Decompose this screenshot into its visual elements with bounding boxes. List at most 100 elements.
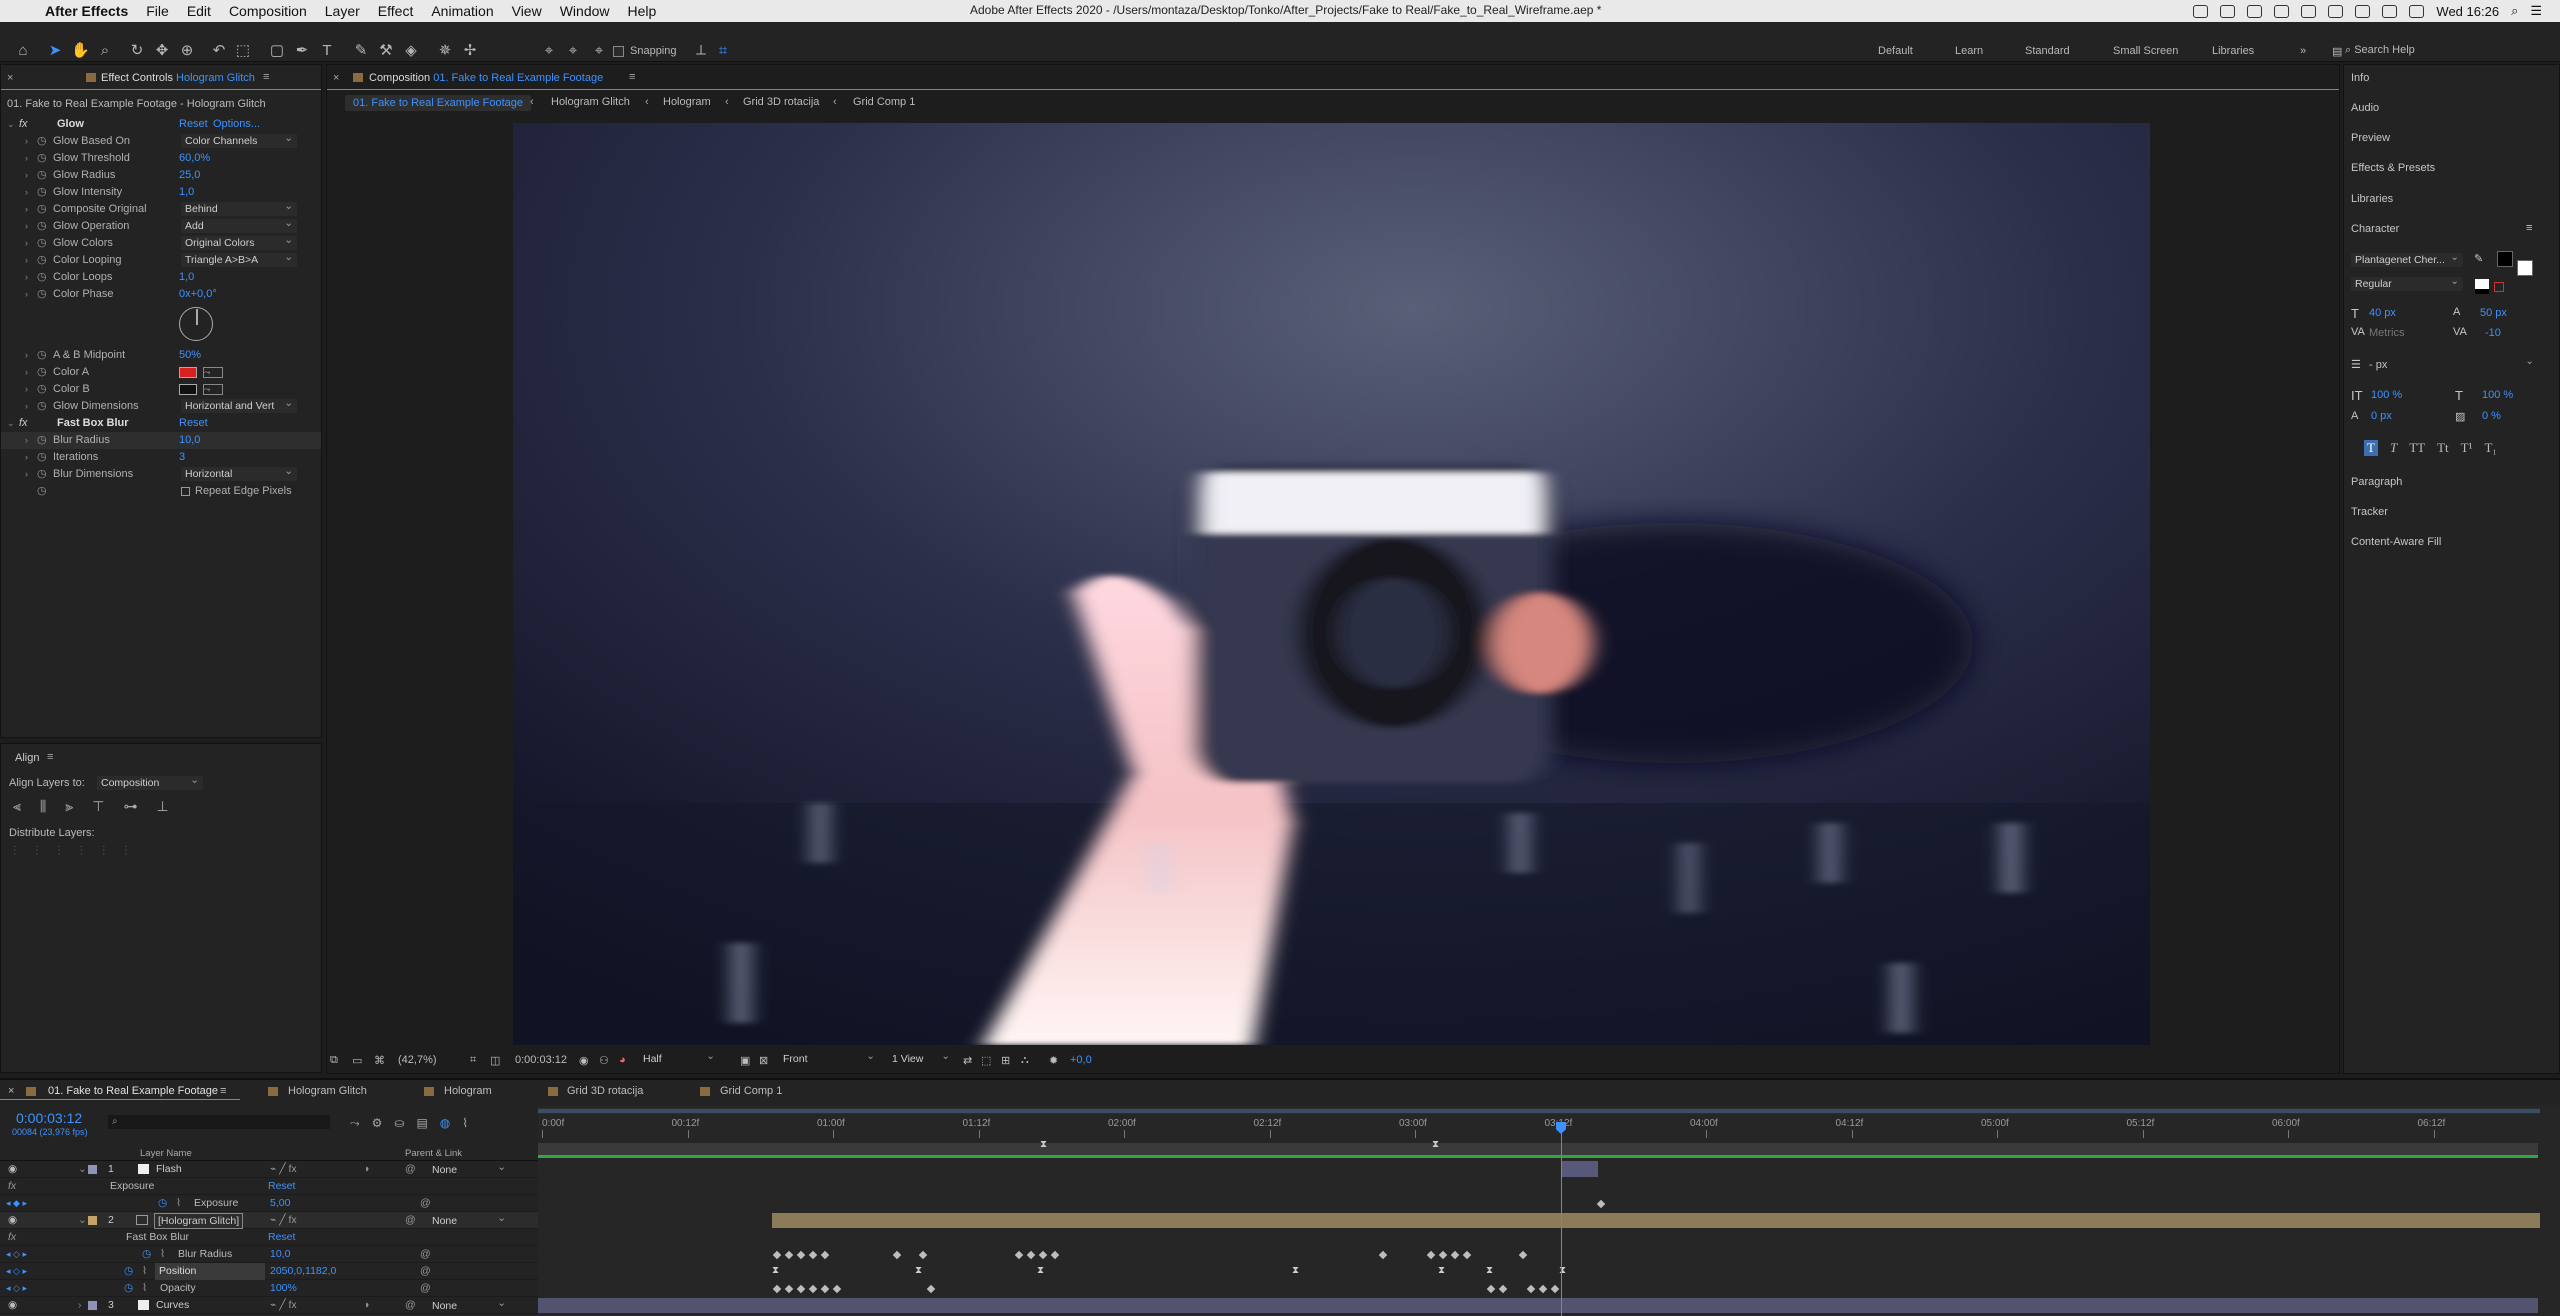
view-dropdown[interactable]: Front [779,1052,879,1066]
selection-tool-icon[interactable]: ➤ [46,42,64,60]
property-value[interactable]: 1,0 [179,269,194,286]
layer-name[interactable]: Curves [156,1297,189,1314]
twirl-icon[interactable]: ⌄ [7,116,15,133]
stopwatch-icon[interactable]: ◷ [124,1263,133,1280]
exposure-icon[interactable]: ✹ [1049,1054,1058,1067]
label-color[interactable] [88,1216,97,1225]
eyedropper-icon[interactable]: ⤳ [203,384,223,395]
effect-property-row[interactable]: › ◷ Blur Dimensions Horizontal [1,466,321,483]
property-row[interactable]: ◂ ◇ ▸ ◷ ⌇ Position 2050,0,1182,0 @ [0,1263,538,1280]
no-fill-swatch[interactable] [2494,282,2504,292]
transparency-grid-icon[interactable]: ⊠ [759,1054,768,1067]
property-value[interactable]: 1,0 [179,184,194,201]
twirl-icon[interactable]: ⌄ [78,1161,87,1178]
menu-view[interactable]: View [503,3,551,19]
roto-brush-tool-icon[interactable]: ✵ [436,42,454,60]
effect-property-row[interactable]: › ◷ Glow Dimensions Horizontal and Vert [1,398,321,415]
effect-property-row[interactable]: › ◷ Composite Original Behind [1,201,321,218]
fast-preview-icon[interactable]: ⬚ [981,1054,991,1067]
stopwatch-icon[interactable]: ◷ [37,167,47,184]
eyedropper-icon[interactable]: ⤳ [203,367,223,378]
property-value[interactable]: 2050,0,1182,0 [270,1263,336,1280]
control-center-icon[interactable]: ☰ [2530,3,2542,19]
stroke-width-value[interactable]: - px [2369,359,2387,371]
snap-grid-icon[interactable]: ⌗ [714,42,732,60]
search-help-field[interactable]: ⌕ Search Help [2345,44,2535,60]
flag-icon[interactable] [2409,4,2425,18]
app-menu[interactable]: After Effects [36,3,137,19]
character-panel-title[interactable]: Character [2351,223,2399,235]
volume-icon[interactable] [2355,4,2371,18]
puppet-tool-icon[interactable]: ✢ [461,42,479,60]
label-color[interactable] [88,1165,97,1174]
effect-property-row[interactable]: › ◷ Glow Based On Color Channels [1,133,321,150]
time-navigator[interactable] [538,1108,2540,1114]
effect-property-row[interactable]: › ◷ Color A ⤳ [1,364,321,381]
leading-value[interactable]: 50 px [2480,307,2507,319]
effect-property-row[interactable]: › ◷ Color Phase 0x+0,0° [1,286,321,303]
twirl-icon[interactable]: › [25,133,28,150]
eye-icon[interactable] [2220,4,2236,18]
effect-property-row[interactable]: › ◷ Glow Threshold 60,0% [1,150,321,167]
property-value[interactable]: 60,0% [179,150,210,167]
pickwhip-icon[interactable]: @ [420,1263,431,1280]
property-value[interactable]: 50% [179,347,201,364]
twirl-icon[interactable]: › [25,269,28,286]
content-aware-fill-panel-tab[interactable]: Content-Aware Fill [2351,536,2441,548]
layer-row[interactable]: ◉ ⌄ 1 Flash ⌁ ╱ fx ◑ @ None [0,1161,538,1178]
property-dropdown[interactable]: Add [181,219,297,233]
graph-icon[interactable]: ⌇ [160,1246,165,1263]
creative-cloud-icon[interactable] [2193,4,2209,18]
twirl-icon[interactable]: ⌄ [78,1212,87,1229]
mask-icon[interactable]: ◫ [490,1054,500,1067]
tracking-value[interactable]: -10 [2485,327,2501,339]
effect-property-row[interactable]: › ◷ Blur Radius 10,0 [1,432,321,449]
pickwhip-icon[interactable]: @ [405,1297,416,1314]
fill-color-swatch[interactable] [2497,251,2513,267]
stopwatch-icon[interactable]: ◷ [124,1280,133,1297]
twirl-icon[interactable]: › [25,252,28,269]
pan-behind-tool-icon[interactable]: ⊕ [178,42,196,60]
property-value[interactable]: 10,0 [179,432,200,449]
info-panel-tab[interactable]: Info [2351,72,2369,84]
timeline-tab-grid-3d[interactable]: Grid 3D rotacija [567,1085,643,1097]
panel-menu-icon[interactable]: ≡ [2526,222,2532,234]
magnification-dropdown[interactable]: (42,7%) [398,1054,437,1066]
eraser-tool-icon[interactable]: ◈ [402,42,420,60]
property-value[interactable]: 0x+0,0° [179,286,217,303]
white-swatch[interactable] [2475,279,2489,289]
font-style-dropdown[interactable]: Regular [2351,277,2463,291]
all-caps-button[interactable]: TT [2409,440,2425,456]
align-right-icon[interactable]: ⫸ [65,798,73,815]
stroke-style-dropdown[interactable] [2430,357,2538,371]
panel-menu-icon[interactable]: ≡ [263,71,269,83]
property-dropdown[interactable]: Behind [181,202,297,216]
stopwatch-icon[interactable]: ◷ [37,133,47,150]
camera-tool-icon[interactable]: ✥ [153,42,171,60]
effects-presets-panel-tab[interactable]: Effects & Presets [2351,162,2435,174]
draft-3d-icon[interactable]: ⚙ [372,1116,383,1131]
twirl-icon[interactable]: › [25,398,28,415]
align-top-icon[interactable]: ⊤ [92,798,104,815]
twirl-icon[interactable]: › [25,364,28,381]
pickwhip-icon[interactable]: @ [405,1212,416,1229]
graph-editor-icon[interactable]: ⌇ [462,1116,468,1131]
tab-align[interactable]: Align [15,752,39,764]
clock-icon[interactable] [2274,4,2290,18]
home-icon[interactable]: ⌂ [14,42,32,60]
twirl-icon[interactable]: › [25,150,28,167]
repeat-edge-checkbox[interactable] [181,487,190,496]
timeline-tab-hologram[interactable]: Hologram [444,1085,492,1097]
composition-viewer[interactable] [513,123,2150,1045]
pickwhip-icon[interactable]: @ [420,1195,431,1212]
exposure-value[interactable]: +0,0 [1070,1054,1092,1066]
workspace-libraries[interactable]: Libraries [2212,45,2254,57]
layer-row[interactable]: ◉ › 3 Curves ⌁ ╱ fx ◑ @ None [0,1297,538,1314]
color-channel-icon[interactable]: ◕ [619,1054,626,1066]
color-swatch[interactable] [179,367,197,378]
local-axis-icon[interactable]: ⌖ [540,42,558,60]
pickwhip-icon[interactable]: @ [405,1161,416,1178]
timeline-current-time[interactable]: 0:00:03:12 [16,1110,82,1126]
property-dropdown[interactable]: Horizontal and Vert [181,399,297,413]
keyframe-nav-icon[interactable]: ◂ ◇ ▸ [6,1263,27,1280]
